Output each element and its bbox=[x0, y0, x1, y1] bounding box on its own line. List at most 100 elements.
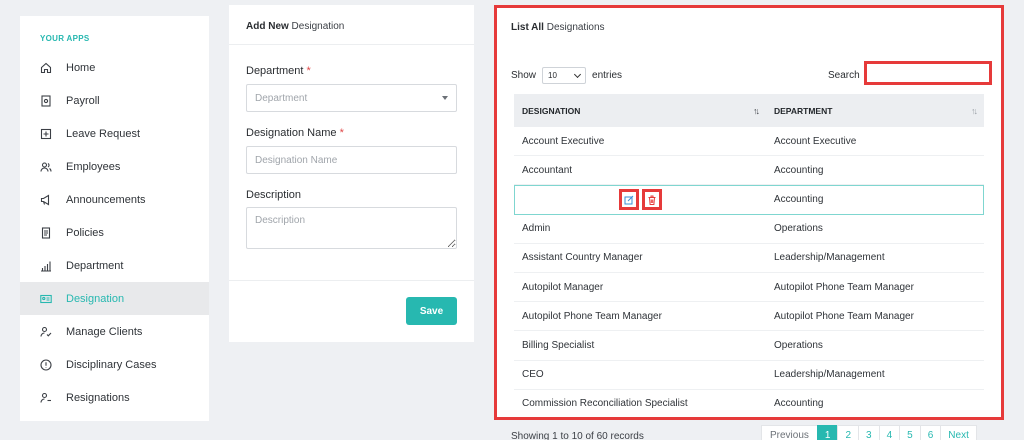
records-info: Showing 1 to 10 of 60 records bbox=[511, 431, 644, 440]
sidebar-item-leave-request[interactable]: Leave Request bbox=[20, 117, 209, 150]
user-minus-icon bbox=[40, 392, 52, 404]
table-row[interactable]: Assistant Country Manager Leadership/Man… bbox=[514, 244, 984, 273]
list-title: List All Designations bbox=[511, 22, 605, 33]
table-row[interactable]: Autopilot Manager Autopilot Phone Team M… bbox=[514, 273, 984, 303]
title-rest: Designation bbox=[288, 21, 345, 32]
cell-designation: Autopilot Manager bbox=[522, 281, 604, 293]
sort-icon: ↑↓ bbox=[753, 105, 760, 116]
description-label-text: Description bbox=[246, 189, 302, 201]
trash-icon bbox=[648, 195, 656, 205]
cell-department: Operations bbox=[774, 339, 823, 351]
sidebar-item-label: Employees bbox=[66, 160, 121, 173]
sidebar-item-label: Payroll bbox=[66, 94, 100, 107]
chevron-down-icon bbox=[573, 70, 582, 78]
pagination-next[interactable]: Next bbox=[940, 425, 977, 440]
designation-table: DESIGNATION ↑↓ DEPARTMENT ↑↓ Account Exe… bbox=[514, 94, 984, 417]
pagination-page-1[interactable]: 1 bbox=[816, 425, 839, 440]
sort-icon: ↑↓ bbox=[971, 105, 978, 116]
table-row[interactable]: Billing Specialist Operations bbox=[514, 331, 984, 361]
cell-department: Accounting bbox=[774, 164, 824, 176]
table-row[interactable]: Commission Reconciliation Specialist Acc… bbox=[514, 390, 984, 417]
list-title-rest: Designations bbox=[543, 22, 605, 33]
required-mark: * bbox=[306, 65, 311, 77]
cell-department: Leadership/Management bbox=[774, 252, 885, 264]
cell-designation: Commission Reconciliation Specialist bbox=[522, 398, 688, 410]
pagination-page-2[interactable]: 2 bbox=[837, 425, 860, 440]
sidebar-title: YOUR APPS bbox=[40, 34, 90, 43]
document-icon bbox=[40, 226, 52, 239]
table-row[interactable]: Autopilot Phone Team Manager Autopilot P… bbox=[514, 302, 984, 332]
title-bold: Add New bbox=[246, 21, 289, 32]
table-row[interactable]: Accountant Accounting bbox=[514, 156, 984, 186]
sidebar-item-label: Home bbox=[66, 61, 96, 74]
designation-name-input[interactable] bbox=[246, 146, 457, 174]
column-header-label: DESIGNATION bbox=[522, 105, 581, 116]
bar-chart-icon bbox=[40, 260, 52, 272]
entries-select[interactable]: 10 bbox=[542, 67, 587, 84]
sidebar-item-label: Announcements bbox=[66, 193, 146, 206]
pagination-page-5[interactable]: 5 bbox=[899, 425, 921, 440]
description-textarea[interactable] bbox=[246, 207, 457, 249]
form-divider bbox=[229, 280, 474, 281]
megaphone-icon bbox=[40, 194, 52, 206]
search-label: Search bbox=[828, 70, 860, 81]
pagination-page-6[interactable]: 6 bbox=[919, 425, 942, 440]
alert-circle-icon bbox=[40, 358, 52, 371]
entries-label: entries bbox=[592, 70, 623, 81]
add-designation-card: Add New Designation Department * Departm… bbox=[229, 5, 474, 342]
cell-designation: Assistant Country Manager bbox=[522, 252, 643, 264]
cell-department: Operations bbox=[774, 223, 823, 235]
column-header-label: DEPARTMENT bbox=[774, 105, 833, 116]
sidebar: YOUR APPS Home Payroll Leave Request Emp… bbox=[20, 16, 209, 421]
user-check-icon bbox=[40, 326, 52, 338]
table-row-hovered[interactable]: Accounting bbox=[514, 185, 984, 215]
pagination-previous[interactable]: Previous bbox=[761, 425, 818, 440]
pagination: Previous 1 2 3 4 5 6 Next bbox=[761, 425, 977, 440]
search-input[interactable] bbox=[864, 61, 992, 85]
cell-designation: Admin bbox=[522, 223, 551, 235]
sidebar-item-resignations[interactable]: Resignations bbox=[20, 381, 209, 414]
list-title-bold: List All bbox=[511, 22, 544, 33]
designation-name-label: Designation Name * bbox=[246, 127, 344, 139]
table-row[interactable]: Admin Operations bbox=[514, 215, 984, 244]
leave-request-icon bbox=[40, 128, 52, 140]
pagination-page-4[interactable]: 4 bbox=[878, 425, 901, 440]
department-select[interactable]: Department bbox=[246, 84, 457, 112]
sidebar-item-disciplinary-cases[interactable]: Disciplinary Cases bbox=[20, 348, 209, 381]
id-card-icon bbox=[40, 293, 52, 305]
cell-designation: CEO bbox=[522, 369, 544, 381]
required-mark: * bbox=[339, 127, 344, 139]
sidebar-item-announcements[interactable]: Announcements bbox=[20, 183, 209, 216]
cell-department: Autopilot Phone Team Manager bbox=[774, 281, 914, 293]
table-header: DESIGNATION ↑↓ DEPARTMENT ↑↓ bbox=[514, 94, 984, 127]
sidebar-nav: Home Payroll Leave Request Employees Ann… bbox=[20, 51, 209, 414]
column-header-department[interactable]: DEPARTMENT ↑↓ bbox=[766, 94, 984, 127]
cell-department: Accounting bbox=[774, 398, 824, 410]
sidebar-item-home[interactable]: Home bbox=[20, 51, 209, 84]
cell-department: Autopilot Phone Team Manager bbox=[774, 310, 914, 322]
cell-department: Leadership/Management bbox=[774, 369, 885, 381]
add-designation-title: Add New Designation bbox=[229, 5, 474, 45]
show-label: Show bbox=[511, 70, 537, 81]
table-row[interactable]: Account Executive Account Executive bbox=[514, 127, 984, 157]
department-label-text: Department bbox=[246, 65, 304, 77]
delete-button[interactable] bbox=[642, 189, 662, 211]
pagination-page-3[interactable]: 3 bbox=[858, 425, 880, 440]
sidebar-item-department[interactable]: Department bbox=[20, 249, 209, 282]
sidebar-item-manage-clients[interactable]: Manage Clients bbox=[20, 315, 209, 348]
edit-button[interactable] bbox=[619, 189, 639, 211]
department-label: Department * bbox=[246, 65, 311, 77]
employees-icon bbox=[40, 161, 52, 173]
sidebar-item-label: Resignations bbox=[66, 391, 130, 404]
save-button[interactable]: Save bbox=[406, 297, 457, 325]
sidebar-item-label: Manage Clients bbox=[66, 325, 143, 338]
sidebar-item-employees[interactable]: Employees bbox=[20, 150, 209, 183]
designation-name-label-text: Designation Name bbox=[246, 127, 337, 139]
sidebar-item-designation[interactable]: Designation bbox=[20, 282, 209, 315]
cell-designation: Billing Specialist bbox=[522, 339, 595, 351]
sidebar-item-payroll[interactable]: Payroll bbox=[20, 84, 209, 117]
sidebar-item-policies[interactable]: Policies bbox=[20, 216, 209, 249]
column-header-designation[interactable]: DESIGNATION ↑↓ bbox=[514, 94, 766, 127]
sidebar-item-label: Designation bbox=[66, 292, 125, 305]
table-row[interactable]: CEO Leadership/Management bbox=[514, 361, 984, 390]
